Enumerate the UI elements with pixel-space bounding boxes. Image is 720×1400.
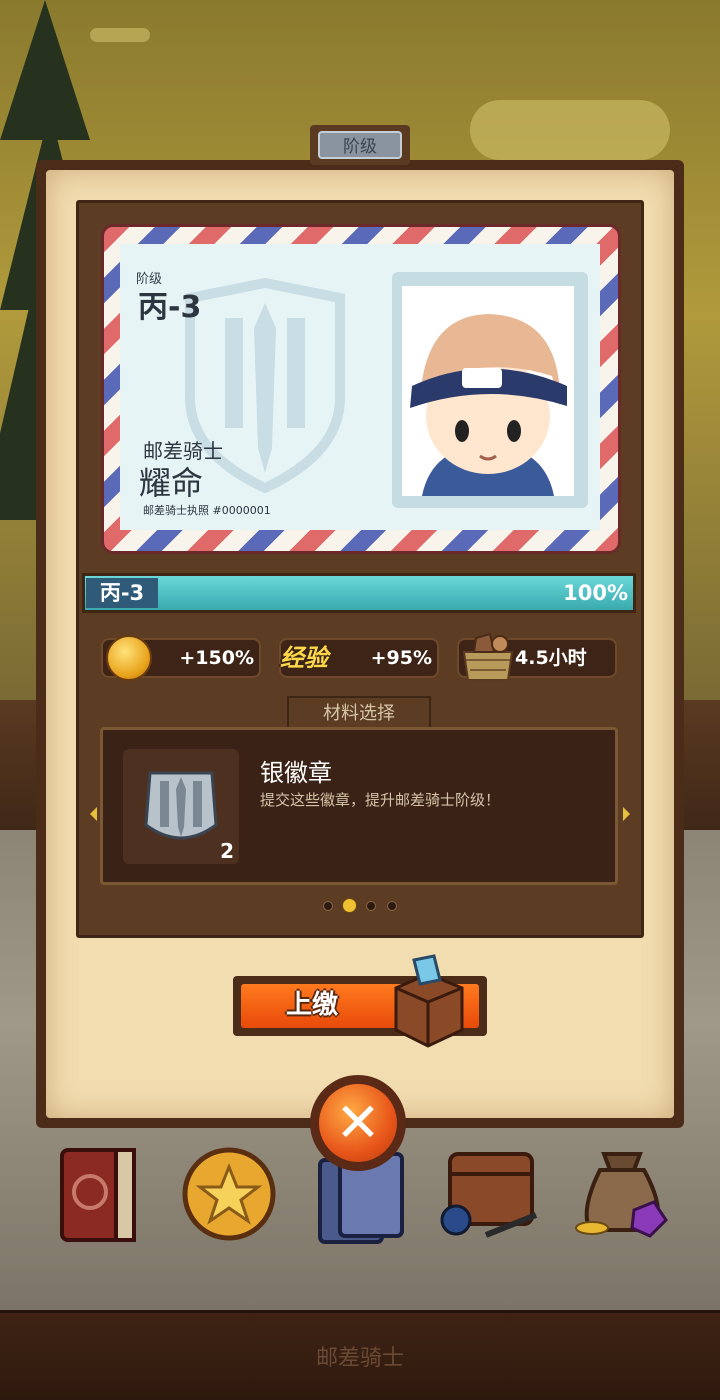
crate-icon [462,632,514,681]
time-value: 4.5小时 [515,647,587,669]
material-tab: 材料选择 [287,696,431,730]
gold-coin-icon [106,635,152,681]
progress-percent: 100% [563,581,628,605]
cloud [470,100,670,160]
page-dot-active[interactable] [342,898,357,913]
material-description: 提交这些徽章，提升邮差骑士阶级！ [260,791,501,809]
cloud [90,28,150,42]
footer-title: 邮差骑士 [315,1346,404,1371]
close-icon[interactable]: ✕ [319,1084,397,1162]
donation-box-icon [394,954,464,1048]
loot-bag-icon[interactable] [570,1140,674,1244]
book-icon[interactable] [56,1140,142,1245]
submit-button-label[interactable]: 上缴 [262,984,362,1026]
material-count: 2 [220,839,234,863]
material-name: 银徽章 [260,759,332,787]
rank-value: 丙-3 [138,290,202,325]
page-dot[interactable] [387,901,397,911]
page-dot[interactable] [323,901,333,911]
player-name: 耀命 [139,464,204,502]
satchel-icon[interactable] [436,1140,546,1245]
page-dot[interactable] [366,901,376,911]
gold-bonus-value: +150% [179,647,254,669]
progress-rank-label: 丙-3 [86,578,158,608]
courier-avatar-icon [410,314,567,496]
license-number: 邮差骑士执照 #0000001 [143,504,271,517]
next-arrow-icon[interactable] [623,807,630,821]
exp-label-icon: 经验 [280,644,328,672]
exp-bonus-value: +95% [370,647,432,669]
panel-title: 阶级 [318,131,402,159]
medal-icon[interactable] [180,1145,278,1243]
prev-arrow-icon[interactable] [90,807,97,821]
